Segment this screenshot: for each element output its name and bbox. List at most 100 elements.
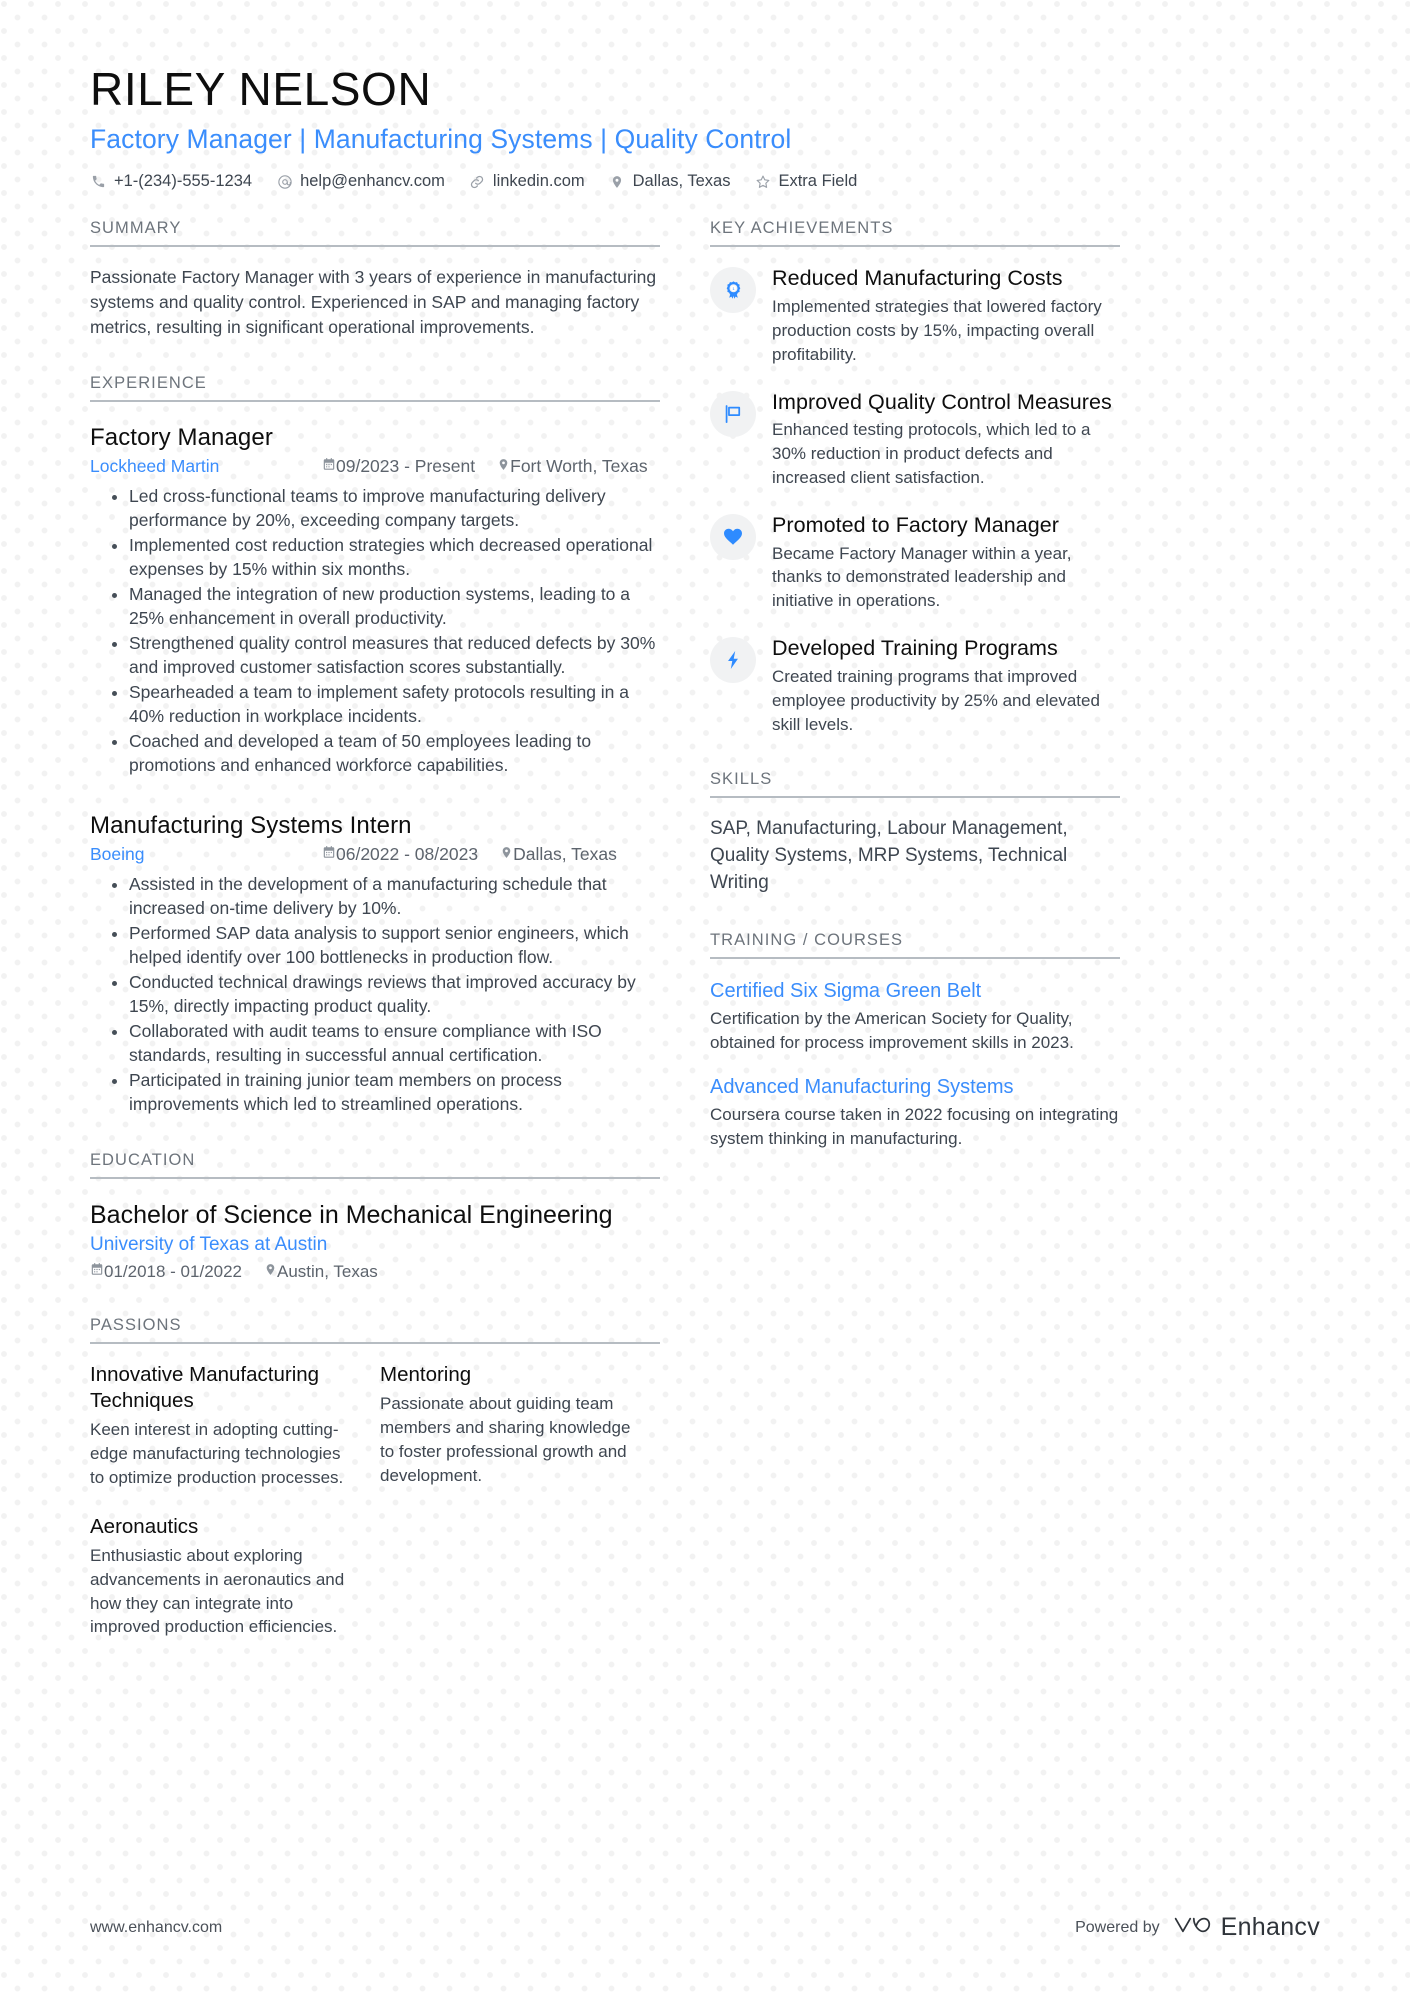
achievement-name: Reduced Manufacturing Costs	[772, 266, 1063, 291]
passion-name: Mentoring	[380, 1363, 472, 1386]
contact-location: Dallas, Texas	[609, 172, 731, 191]
job-company[interactable]: Lockheed Martin	[90, 456, 322, 477]
passion-text: Keen interest in adopting cutting-edge m…	[90, 1420, 344, 1488]
section-skills: SKILLS SAP, Manufacturing, Labour Manage…	[710, 770, 1120, 897]
lightning-bolt-icon	[710, 637, 756, 684]
job-dates-text: 06/2022 - 08/2023	[336, 843, 479, 864]
section-passions: PASSIONS Innovative Manufacturing Techni…	[90, 1316, 660, 1639]
job-company[interactable]: Boeing	[90, 844, 322, 865]
location-pin-icon	[497, 456, 510, 477]
achievement-text: Implemented strategies that lowered fact…	[772, 297, 1102, 364]
contact-linkedin[interactable]: linkedin.com	[469, 172, 585, 191]
enhancv-brand[interactable]: Enhancv	[1172, 1912, 1320, 1943]
contact-extra-field: Extra Field	[754, 172, 857, 191]
section-title-skills: SKILLS	[710, 770, 1120, 799]
calendar-icon	[322, 844, 336, 865]
job-bullet: Spearheaded a team to implement safety p…	[112, 681, 660, 729]
achievement-name: Promoted to Factory Manager	[772, 512, 1059, 537]
job-bullet: Collaborated with audit teams to ensure …	[112, 1020, 660, 1068]
job-bullet-list: Assisted in the development of a manufac…	[90, 873, 660, 1117]
job-dates-text: 09/2023 - Present	[336, 456, 476, 476]
section-summary: SUMMARY Passionate Factory Manager with …	[90, 219, 660, 340]
contact-email-text: help@enhancv.com	[300, 172, 445, 191]
section-title-passions: PASSIONS	[90, 1316, 660, 1344]
job-bullet: Implemented cost reduction strategies wh…	[112, 534, 660, 582]
experience-entry: Factory Manager Lockheed Martin 09/2023 …	[90, 422, 660, 778]
powered-by-block: Powered by Enhancv	[1075, 1912, 1320, 1943]
achievement-text: Created training programs that improved …	[772, 666, 1100, 734]
job-meta: Boeing 06/2022 - 08/2023 Dallas, Texas	[90, 844, 660, 865]
section-title-education: EDUCATION	[90, 1151, 660, 1179]
achievement-item: Developed Training Programs Created trai…	[710, 635, 1120, 736]
achievement-body: Reduced Manufacturing Costs Implemented …	[772, 265, 1120, 366]
section-education: EDUCATION Bachelor of Science in Mechani…	[90, 1151, 660, 1283]
contact-row: +1-(234)-555-1234 help@enhancv.com linke…	[90, 172, 1320, 191]
job-bullet: Coached and developed a team of 50 emplo…	[112, 730, 660, 778]
passions-column-one: Innovative Manufacturing Techniques Keen…	[90, 1362, 380, 1639]
passion-text: Enthusiastic about exploring advancement…	[90, 1546, 345, 1637]
contact-extra-field-text: Extra Field	[778, 172, 858, 191]
section-title-key-achievements: KEY ACHIEVEMENTS	[710, 219, 1120, 248]
section-experience: EXPERIENCE Factory Manager Lockheed Mart…	[90, 374, 660, 1117]
course-item: Certified Six Sigma Green Belt Certifica…	[710, 978, 1120, 1055]
passions-column-two: Mentoring Passionate about guiding team …	[380, 1362, 670, 1639]
candidate-headline: Factory Manager | Manufacturing Systems …	[90, 123, 792, 154]
job-dates: 06/2022 - 08/2023	[322, 844, 478, 865]
resume-footer: www.enhancv.com Powered by Enhancv	[90, 1912, 1320, 1943]
location-pin-icon	[500, 844, 513, 865]
section-title-summary: SUMMARY	[90, 219, 660, 248]
achievement-item: Promoted to Factory Manager Became Facto…	[710, 512, 1120, 613]
course-name[interactable]: Advanced Manufacturing Systems	[710, 1074, 1120, 1100]
job-location-text: Fort Worth, Texas	[510, 456, 648, 476]
contact-email[interactable]: help@enhancv.com	[276, 172, 445, 191]
contact-phone-text: +1-(234)-555-1234	[114, 172, 253, 191]
job-bullet: Performed SAP data analysis to support s…	[112, 922, 660, 970]
job-bullet: Led cross-functional teams to improve ma…	[112, 485, 660, 533]
location-pin-icon	[609, 173, 626, 190]
job-location: Dallas, Texas	[500, 844, 617, 865]
job-position: Manufacturing Systems Intern	[90, 811, 412, 839]
job-bullet: Participated in training junior team mem…	[112, 1069, 660, 1117]
flag-icon	[710, 390, 756, 437]
resume-header: RILEY NELSON Factory Manager | Manufactu…	[90, 0, 1320, 191]
course-text: Certification by the American Society fo…	[710, 1009, 1074, 1053]
section-title-experience: EXPERIENCE	[90, 374, 660, 402]
contact-location-text: Dallas, Texas	[632, 172, 731, 191]
job-bullet-list: Led cross-functional teams to improve ma…	[90, 485, 660, 778]
job-bullet: Assisted in the development of a manufac…	[112, 873, 660, 921]
contact-phone[interactable]: +1-(234)-555-1234	[90, 172, 252, 191]
achievements-list: 1 Reduced Manufacturing Costs Implemente…	[710, 265, 1120, 736]
passion-name: Aeronautics	[90, 1514, 199, 1538]
section-title-training-courses: TRAINING / COURSES	[710, 931, 1120, 960]
achievement-item: Improved Quality Control Measures Enhanc…	[710, 389, 1120, 490]
calendar-icon	[322, 456, 336, 477]
course-name[interactable]: Certified Six Sigma Green Belt	[710, 978, 1120, 1004]
education-dates-text: 01/2018 - 01/2022	[104, 1262, 243, 1281]
footer-website-url[interactable]: www.enhancv.com	[90, 1919, 222, 1937]
course-text: Coursera course taken in 2022 focusing o…	[710, 1104, 1119, 1148]
education-location: Austin, Texas	[264, 1262, 378, 1282]
education-location-text: Austin, Texas	[277, 1262, 378, 1281]
email-icon	[276, 173, 293, 190]
job-bullet: Strengthened quality control measures th…	[112, 632, 660, 680]
education-school[interactable]: University of Texas at Austin	[90, 1234, 660, 1256]
section-training-courses: TRAINING / COURSES Certified Six Sigma G…	[710, 931, 1120, 1150]
job-dates: 09/2023 - Present	[322, 456, 475, 477]
phone-icon	[90, 173, 107, 190]
award-medal-icon: 1	[710, 267, 756, 314]
location-pin-icon	[264, 1262, 277, 1282]
job-bullet: Conducted technical drawings reviews tha…	[112, 971, 660, 1019]
passion-name: Innovative Manufacturing Techniques	[90, 1363, 320, 1413]
calendar-icon	[90, 1262, 104, 1282]
enhancv-brand-name: Enhancv	[1220, 1913, 1320, 1941]
summary-text: Passionate Factory Manager with 3 years …	[90, 267, 657, 337]
skills-text: SAP, Manufacturing, Labour Management, Q…	[710, 818, 1068, 894]
education-degree: Bachelor of Science in Mechanical Engine…	[90, 1200, 613, 1229]
powered-by-label: Powered by	[1075, 1918, 1160, 1936]
heart-icon	[710, 513, 756, 560]
achievement-body: Improved Quality Control Measures Enhanc…	[772, 389, 1120, 490]
passions-grid: Innovative Manufacturing Techniques Keen…	[90, 1362, 660, 1639]
experience-entry: Manufacturing Systems Intern Boeing 06/2…	[90, 810, 660, 1117]
star-icon	[754, 173, 771, 190]
achievement-text: Became Factory Manager within a year, th…	[772, 543, 1072, 611]
